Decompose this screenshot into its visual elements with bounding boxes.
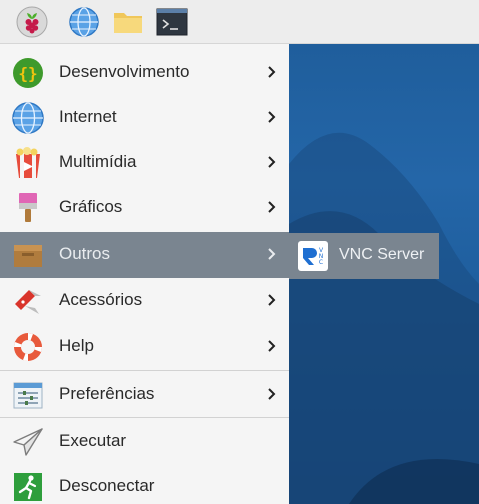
globe-icon[interactable] [68, 6, 100, 38]
paper-plane-icon [13, 428, 43, 456]
menu-item-label: Help [59, 336, 94, 355]
chevron-right-icon [268, 111, 276, 123]
vnc-logo-icon: V N C [298, 241, 328, 271]
box-icon [14, 245, 42, 267]
lifebuoy-icon [14, 333, 42, 361]
globe-icon [12, 102, 44, 134]
chevron-right-icon [268, 340, 276, 352]
menu-item-internet[interactable]: Internet [0, 95, 289, 140]
menu-item-label: Gráficos [59, 197, 123, 216]
chevron-right-icon [268, 388, 276, 400]
menu-item-label: Desconectar [59, 476, 155, 495]
menu-item-label: Multimídia [59, 152, 137, 171]
menu-item-acessorios[interactable]: Acessórios [0, 278, 289, 323]
menu-item-label: Desenvolvimento [59, 62, 190, 81]
exit-running-icon [14, 473, 42, 501]
popcorn-film-icon [16, 147, 40, 178]
folder-icon[interactable] [112, 6, 144, 38]
menu-item-help[interactable]: Help [0, 324, 289, 369]
raspberry-pi-icon[interactable] [16, 6, 48, 38]
menu-item-label: Preferências [59, 384, 155, 403]
menu-separator [0, 417, 289, 418]
chevron-right-icon [268, 66, 276, 78]
chevron-right-icon [268, 294, 276, 306]
menu-item-multimidia[interactable]: Multimídia [0, 140, 289, 185]
menu-item-preferencias[interactable]: Preferências [0, 372, 289, 417]
swiss-knife-icon [15, 290, 41, 314]
submenu-outros: V N C VNC Server [289, 233, 439, 279]
taskbar [0, 0, 479, 44]
chevron-right-icon [268, 156, 276, 168]
menu-item-label: Outros [59, 244, 111, 263]
chevron-right-icon [268, 248, 276, 260]
menu-item-graficos[interactable]: Gráficos [0, 185, 289, 230]
menu-item-outros[interactable]: Outros [0, 232, 289, 278]
code-braces-icon: {} [13, 58, 43, 88]
svg-text:C: C [319, 259, 323, 266]
menu-item-desconectar[interactable]: Desconectar [0, 464, 289, 504]
menu-item-label: Internet [59, 107, 117, 126]
menu-item-label: Executar [59, 431, 127, 450]
application-menu: {} Desenvolvimento Internet Multimídia G… [0, 44, 289, 504]
menu-item-executar[interactable]: Executar [0, 419, 289, 464]
menu-item-label: Acessórios [59, 290, 143, 309]
svg-text:{}: {} [18, 64, 37, 83]
menu-item-desenvolvimento[interactable]: {} Desenvolvimento [0, 50, 289, 95]
submenu-item-label: VNC Server [339, 246, 425, 263]
menu-separator [0, 370, 289, 371]
terminal-icon[interactable] [156, 6, 188, 38]
submenu-item-vnc-server[interactable]: V N C VNC Server [289, 233, 439, 279]
sliders-icon [13, 382, 43, 409]
paintbrush-icon [19, 193, 37, 222]
chevron-right-icon [268, 201, 276, 213]
